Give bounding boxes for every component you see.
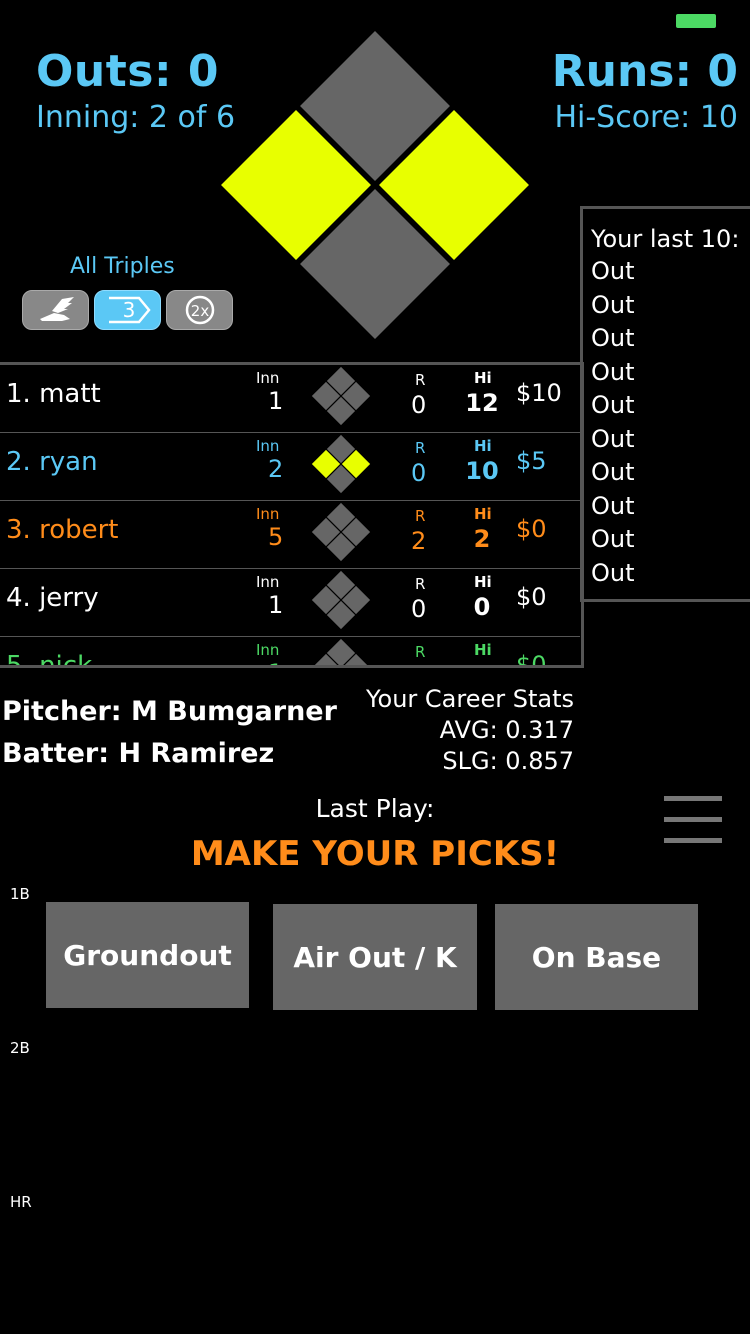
runs-value: 0 [411,391,427,419]
leaderboard-row[interactable]: 1. matt Inn 1 R 0 Hi 12 $10 [0,365,580,433]
hi-value: 0 [473,593,491,621]
winnings: $0 [516,583,547,611]
mini-diamond [310,366,372,431]
winnings: $0 [516,515,547,543]
groundout-button[interactable]: Groundout [46,902,249,1008]
last-ten-result: Out [591,290,635,319]
tier-label-hr: HR [10,1193,32,1211]
career-stats-title: Your Career Stats [366,685,574,713]
hi-label: Hi [474,369,492,387]
career-stats: Your Career Stats AVG: 0.317 SLG: 0.857 [366,684,574,777]
player-name: 2. ryan [6,447,98,477]
hi-value: 10 [465,457,499,485]
hi-value: 12 [465,389,499,417]
mini-diamond [310,502,372,567]
runs-label: R [415,575,426,593]
leaderboard-row[interactable]: 5. nick Inn 1 R Hi $0 [0,637,580,668]
inning-label: Inn [256,641,280,659]
battery-icon [676,14,716,28]
runs-label: R [415,439,426,457]
triple-powerup-button[interactable]: 3 [94,290,161,330]
tier-label-1b: 1B [10,885,30,903]
runs-label: R [415,643,426,661]
leaderboard-row[interactable]: 4. jerry Inn 1 R 0 Hi 0 $0 [0,569,580,637]
player-name: 1. matt [6,379,101,409]
runs-counter: Runs: 0 [551,46,738,97]
make-picks-prompt: MAKE YOUR PICKS! [190,834,560,874]
player-name: 4. jerry [6,583,99,613]
double-icon: 2x [185,295,214,325]
player-name: 3. robert [6,515,119,545]
hi-label: Hi [474,505,492,523]
inning-label: Inn [256,573,280,591]
leaderboard[interactable]: 1. matt Inn 1 R 0 Hi 12 $10 2. ryan Inn … [0,362,584,668]
svg-text:3: 3 [122,298,135,322]
winnings: $0 [516,651,547,668]
hi-label: Hi [474,641,492,659]
hi-label: Hi [474,437,492,455]
inning-label: Inn [256,505,280,523]
winged-shoe-powerup-button[interactable] [22,290,89,330]
mode-label: All Triples [70,254,175,279]
winged-shoe-icon [39,297,74,321]
player-name: 5. nick [6,651,93,668]
mini-diamond [310,434,372,499]
runs-value: 2 [411,527,427,555]
outs-counter: Outs: 0 [36,46,219,97]
air-out-k-button[interactable]: Air Out / K [273,904,477,1010]
inning-label: Inn [256,437,280,455]
career-slg: SLG: 0.857 [442,747,574,775]
hi-value: 2 [473,525,491,553]
winnings: $10 [516,379,562,407]
tier-label-2b: 2B [10,1039,30,1057]
runs-label: R [415,507,426,525]
runs-value: 0 [411,595,427,623]
last-ten-result: Out [591,558,635,587]
last-ten-title: Your last 10: [591,225,740,253]
last-play-label: Last Play: [315,794,435,823]
last-ten-result: Out [591,257,635,285]
double-powerup-button[interactable]: 2x [166,290,233,330]
hamburger-menu-icon[interactable] [664,796,724,846]
last-ten-result: Out [591,324,635,352]
svg-text:2x: 2x [190,302,209,320]
last-ten-panel: Your last 10: Out Out Out Out Out Out Ou… [580,206,750,602]
leaderboard-row[interactable]: 2. ryan Inn 2 R 0 Hi 10 $5 [0,433,580,501]
batter-name: Batter: H Ramirez [2,738,275,769]
winnings: $5 [516,447,547,475]
inning-value: 1 [268,659,283,665]
career-avg: AVG: 0.317 [439,716,574,744]
last-ten-result: Out [591,491,635,520]
pitcher-name: Pitcher: M Bumgarner [2,696,337,727]
leaderboard-row[interactable]: 3. robert Inn 5 R 2 Hi 2 $0 [0,501,580,569]
inning-value: 1 [268,591,284,619]
inning-value: 2 [268,455,284,483]
inning-value: 5 [268,523,284,551]
hi-score: Hi-Score: 10 [554,100,738,135]
inning-indicator: Inning: 2 of 6 [36,100,236,135]
last-ten-result: Out [591,357,635,386]
mini-diamond [310,570,372,635]
mini-diamond [310,638,372,665]
last-ten-result: Out [591,424,635,453]
runs-label: R [415,371,426,389]
runs-value: 0 [411,459,427,487]
last-ten-result: Out [591,525,635,553]
inning-label: Inn [256,369,280,387]
on-base-button[interactable]: On Base [495,904,698,1010]
last-ten-result: Out [591,458,635,486]
last-ten-result: Out [591,391,635,419]
hi-label: Hi [474,573,492,591]
triple-arrow-icon: 3 [108,296,151,324]
inning-value: 1 [268,387,284,415]
